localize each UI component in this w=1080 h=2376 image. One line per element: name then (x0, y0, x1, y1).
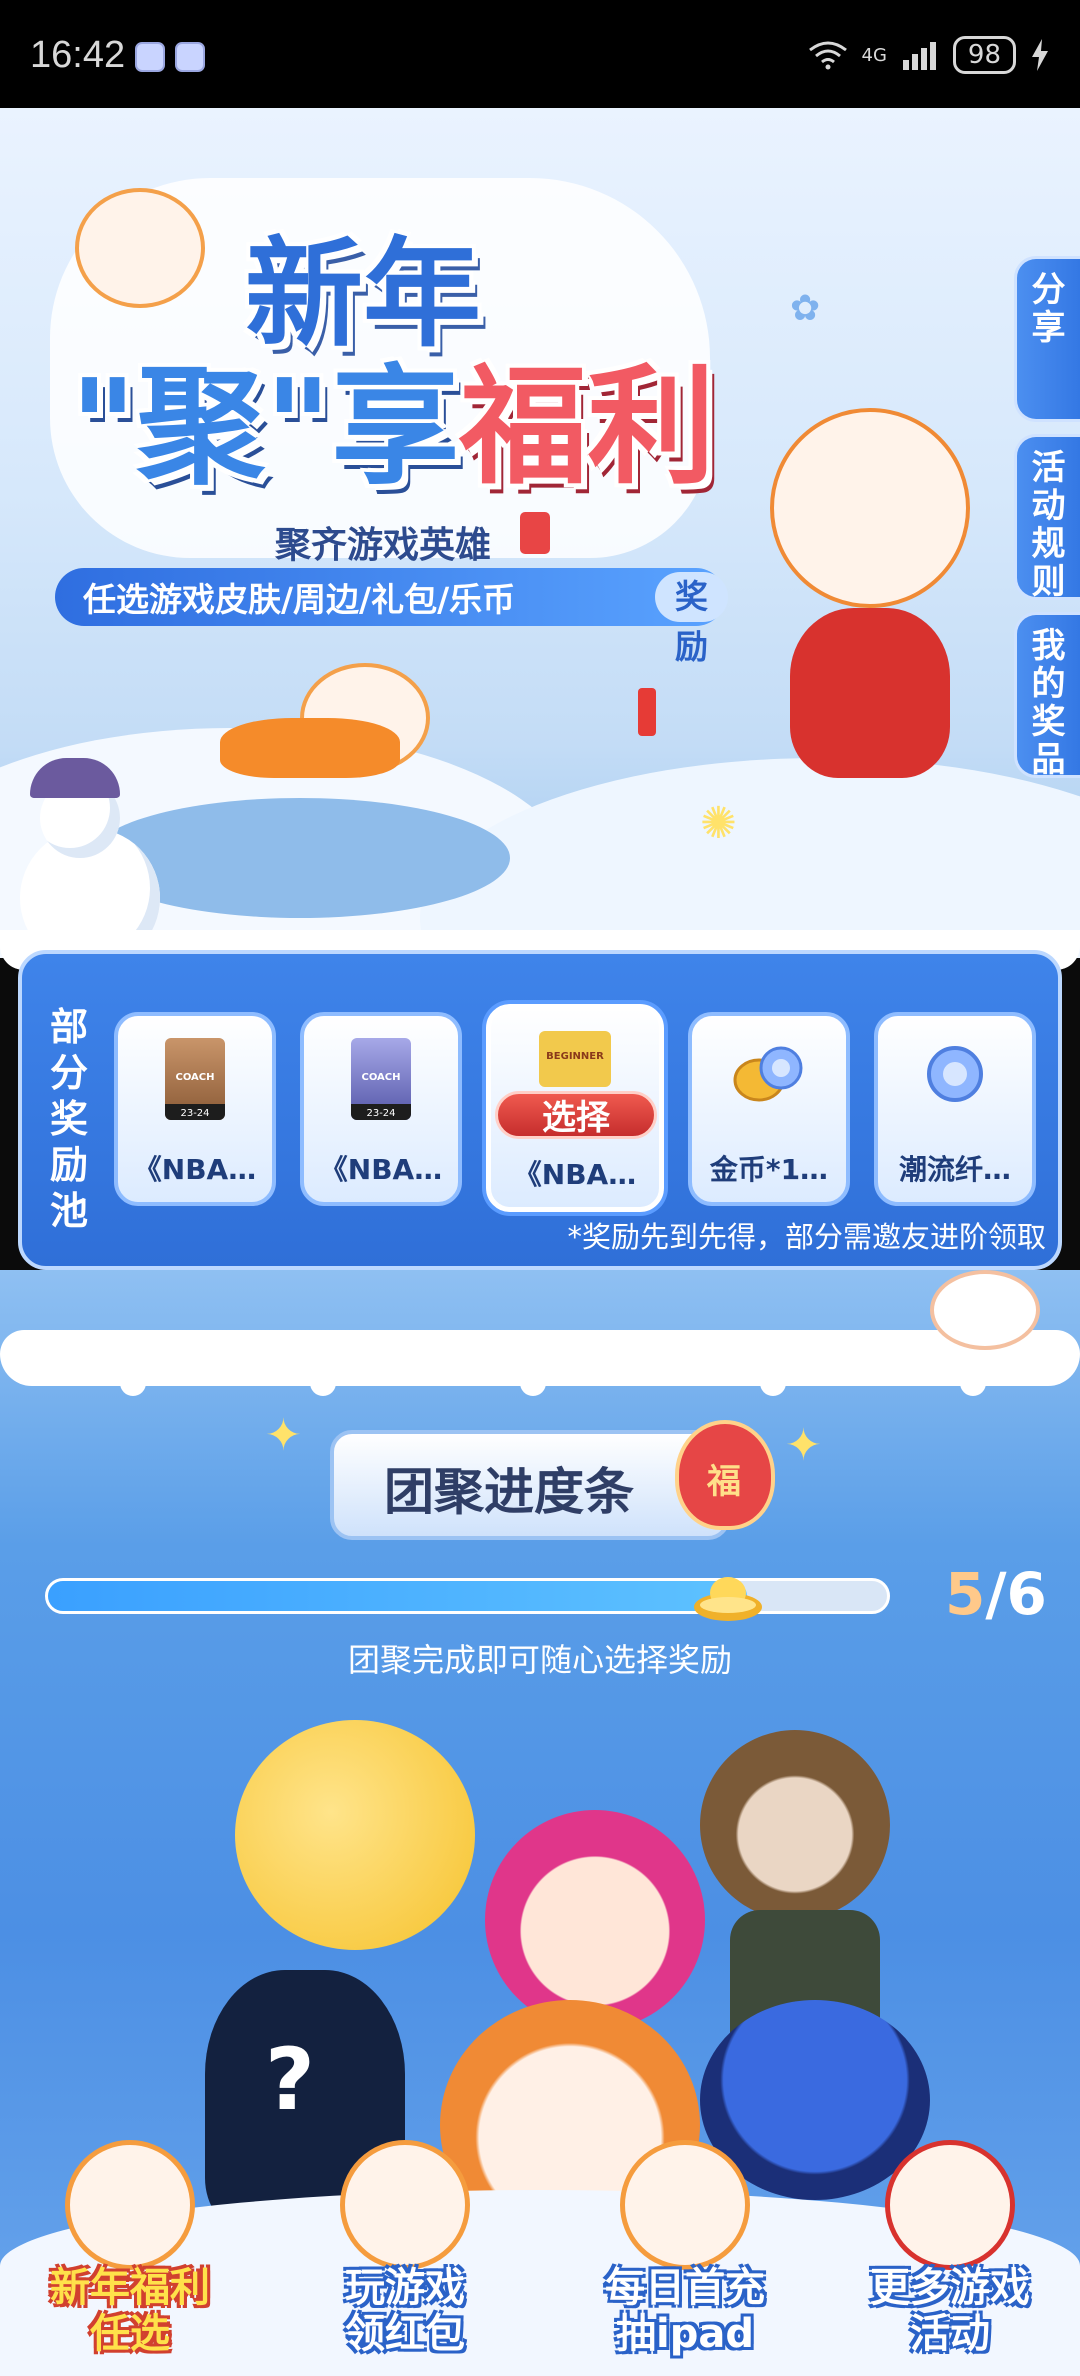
status-indicators: 4G 98 (808, 36, 1051, 74)
bottom-nav: 新年福利任选 玩游戏领红包 每日首充抽ipad 更多游戏活动 (0, 2120, 1080, 2376)
notification-app-icon (175, 42, 205, 72)
firecracker-icon (638, 688, 656, 736)
reward-item-name: 金币*1… (709, 1153, 829, 1186)
signal-icon (902, 42, 936, 70)
progress-title: 团聚进度条 (384, 1463, 634, 1521)
coach-card-image: COACH 23-24 (351, 1038, 411, 1120)
reward-item-name: 《NBA… (513, 1158, 637, 1191)
reward-banner: 任选游戏皮肤/周边/礼包/乐币 奖励 (55, 568, 728, 666)
reward-item[interactable]: 潮流纤… (874, 1012, 1036, 1206)
reward-item[interactable]: 金币*1… (688, 1012, 850, 1206)
nav-play-games-red-packet[interactable]: 玩游戏领红包 (285, 2120, 525, 2376)
my-prizes-tab[interactable]: 我的奖品 (1014, 612, 1080, 779)
nav-label: 更多游戏活动 (870, 2265, 1030, 2357)
mascot-avatar-icon (65, 2140, 195, 2270)
reward-pool-label: 部分奖励池 (49, 1005, 88, 1233)
title-gather-enjoy-benefits: "聚"享福利 (70, 353, 716, 502)
reward-item-name: 《NBA… (133, 1153, 257, 1186)
wifi-icon (808, 41, 847, 70)
coin-icon (733, 1046, 803, 1102)
banner-reward-pill: 奖励 (655, 572, 728, 666)
mascot-avatar-icon (340, 2140, 470, 2270)
paw-print-icon: ✿ (790, 288, 821, 329)
mascot-red-outfit-body (790, 608, 950, 778)
beginner-pack-image: BEGINNER (539, 1031, 611, 1087)
coach-card-image: COACH 23-24 (165, 1038, 225, 1120)
reward-item-selected[interactable]: BEGINNER 选择 《NBA… (486, 1004, 664, 1212)
reward-pool: 部分奖励池 COACH 23-24 《NBA… COACH 23-24 《NBA… (18, 950, 1062, 1270)
sparkle-icon: ✺ (700, 798, 737, 849)
share-tab[interactable]: 分享 (1014, 256, 1080, 422)
network-type: 4G (861, 44, 887, 66)
hero-subtitle: 聚齐游戏英雄 (275, 525, 492, 566)
nav-label: 新年福利任选 (50, 2265, 210, 2357)
reward-item[interactable]: COACH 23-24 《NBA… (300, 1012, 462, 1206)
yellow-egg-character (235, 1720, 475, 1950)
progress-count: 5/6 (945, 1560, 1047, 1628)
notification-app-icon (135, 42, 165, 72)
mascot-avatar-icon (620, 2140, 750, 2270)
reward-item-name: 《NBA… (319, 1153, 443, 1186)
progress-hint: 团聚完成即可随心选择奖励 (347, 1641, 732, 1679)
reward-item-name: 潮流纤… (898, 1153, 1011, 1186)
mochi-mascot (930, 1270, 1040, 1350)
lens-icon (927, 1046, 983, 1102)
nav-more-game-events[interactable]: 更多游戏活动 (830, 2120, 1070, 2376)
nav-label: 玩游戏领红包 (345, 2265, 465, 2357)
reward-item[interactable]: COACH 23-24 《NBA… (114, 1012, 276, 1206)
sparkle-icon: ✦ (265, 1410, 302, 1461)
progress-fill (48, 1581, 747, 1611)
nav-new-year-benefits[interactable]: 新年福利任选 (10, 2120, 250, 2376)
mascot-red-outfit (770, 408, 970, 608)
rules-tab[interactable]: 活动规则 (1014, 434, 1080, 601)
hero-banner: 新年 "聚"享福利 聚齐游戏英雄 任选游戏皮肤/周边/礼包/乐币 奖励 ✺ ✿ (0, 108, 1080, 958)
sparkle-icon: ✦ (785, 1420, 822, 1471)
mascot-sliding-body (220, 718, 400, 778)
pink-hair-character (485, 1810, 705, 2030)
nav-label: 每日首充抽ipad (605, 2265, 765, 2357)
reward-pool-items: COACH 23-24 《NBA… COACH 23-24 《NBA… BEGI… (114, 1004, 1036, 1212)
progress-title-box: 团聚进度条 (330, 1430, 730, 1540)
charging-bolt-icon (1032, 39, 1048, 71)
mascot-top-left (75, 188, 205, 308)
nav-daily-recharge-ipad[interactable]: 每日首充抽ipad (565, 2120, 805, 2376)
progress-bar (45, 1577, 890, 1621)
mascot-avatar-icon (885, 2140, 1015, 2270)
reward-pool-note: *奖励先到先得，部分需邀友进阶领取 (567, 1220, 1046, 1254)
status-time: 16:42 (30, 34, 126, 76)
red-packet-icon (520, 512, 550, 554)
hat-girl-character (700, 1730, 890, 1920)
select-button[interactable]: 选择 (495, 1091, 657, 1139)
battery-indicator: 98 (952, 36, 1016, 74)
banner-text: 任选游戏皮肤/周边/礼包/乐币 (83, 580, 516, 619)
fu-lucky-bag-icon: 福 (675, 1420, 775, 1530)
snow-hill (420, 758, 1080, 958)
gold-ingot-icon (693, 1577, 762, 1621)
status-bar: 16:42 4G 98 (0, 0, 1080, 108)
